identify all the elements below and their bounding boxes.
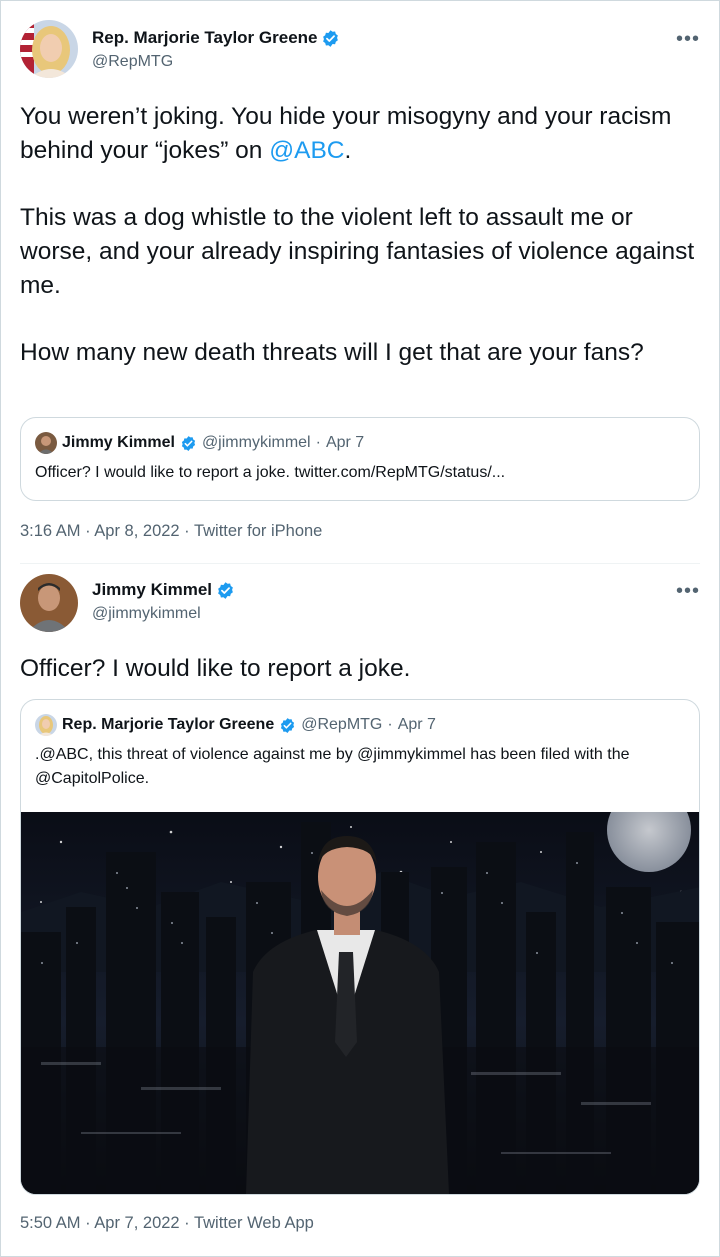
quoted-tweet-header: Rep. Marjorie Taylor Greene @RepMTG · Ap…: [35, 714, 436, 736]
quoted-text: .@ABC, this threat of violence against m…: [35, 746, 630, 787]
quoted-text: Officer? I would like to report a joke. …: [35, 464, 506, 481]
quoted-author-name: Jimmy Kimmel: [62, 434, 175, 451]
quoted-avatar: [35, 714, 57, 736]
separator: ·: [387, 716, 393, 733]
avatar-mtg[interactable]: [20, 20, 78, 78]
tweet-mtg[interactable]: Rep. Marjorie Taylor Greene @RepMTG ••• …: [20, 20, 700, 560]
author-name[interactable]: Rep. Marjorie Taylor Greene: [92, 28, 317, 48]
tweet-text: You weren’t joking. You hide your misogy…: [20, 100, 700, 370]
verified-badge-icon: [216, 581, 235, 600]
tweet-paragraph-3: How many new death threats will I get th…: [20, 339, 644, 366]
quoted-tweet[interactable]: Jimmy Kimmel @jimmykimmel · Apr 7 Office…: [20, 417, 700, 501]
tweet-timestamp[interactable]: 3:16 AM · Apr 8, 2022 · Twitter for iPho…: [20, 522, 322, 541]
tweet-paragraph-2: This was a dog whistle to the violent le…: [20, 204, 695, 299]
quoted-tweet-header: Jimmy Kimmel @jimmykimmel · Apr 7: [35, 432, 364, 454]
tweet-text: Officer? I would like to report a joke.: [20, 655, 411, 682]
author-row: Rep. Marjorie Taylor Greene: [92, 28, 340, 48]
more-options-icon[interactable]: •••: [676, 581, 700, 601]
quoted-author-handle: @jimmykimmel: [201, 434, 311, 451]
quoted-author-handle: @RepMTG: [301, 716, 383, 733]
quoted-media-image[interactable]: [21, 812, 699, 1194]
quoted-tweet[interactable]: Rep. Marjorie Taylor Greene @RepMTG · Ap…: [20, 699, 700, 1195]
tweet-paragraph-1: You weren’t joking. You hide your misogy…: [20, 100, 700, 168]
quoted-author-name: Rep. Marjorie Taylor Greene: [62, 716, 275, 733]
quoted-date: Apr 7: [397, 716, 436, 733]
separator: ·: [315, 434, 321, 451]
quoted-date: Apr 7: [325, 434, 365, 451]
quoted-avatar: [35, 432, 57, 454]
mention-link[interactable]: @ABC: [269, 137, 344, 164]
author-name[interactable]: Jimmy Kimmel: [92, 580, 212, 600]
verified-badge-icon: [279, 717, 296, 734]
author-row: Jimmy Kimmel: [92, 580, 235, 600]
avatar-kimmel[interactable]: [20, 574, 78, 632]
tweet-timestamp[interactable]: 5:50 AM · Apr 7, 2022 · Twitter Web App: [20, 1214, 314, 1233]
tweet-kimmel[interactable]: Jimmy Kimmel @jimmykimmel ••• Officer? I…: [20, 574, 700, 1239]
author-handle[interactable]: @jimmykimmel: [92, 605, 201, 623]
verified-badge-icon: [321, 29, 340, 48]
text-segment: .: [344, 137, 352, 164]
author-handle[interactable]: @RepMTG: [92, 53, 173, 71]
more-options-icon[interactable]: •••: [676, 29, 700, 49]
divider: [20, 563, 700, 564]
verified-badge-icon: [180, 435, 197, 452]
